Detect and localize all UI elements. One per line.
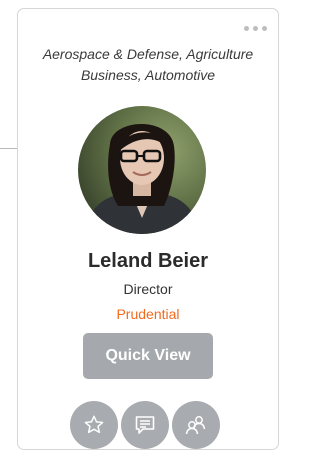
industries-line-1: Aerospace & Defense, Agriculture: [42, 46, 254, 62]
industries-text: Aerospace & Defense, Agriculture Busines…: [24, 44, 272, 86]
avatar: [78, 106, 206, 234]
connector-line: [0, 148, 18, 149]
star-icon: [84, 415, 104, 434]
message-button[interactable]: [121, 401, 169, 449]
favorite-button[interactable]: [70, 401, 118, 449]
action-buttons: [70, 401, 220, 449]
industries-line-2: Business, Automotive: [80, 67, 216, 83]
message-icon: [135, 416, 155, 434]
contact-card: Aerospace & Defense, Agriculture Busines…: [17, 8, 279, 450]
more-options-menu[interactable]: [244, 26, 267, 31]
quick-view-button[interactable]: Quick View: [83, 333, 213, 379]
more-dots-icon: [244, 26, 249, 31]
connections-icon: [185, 416, 206, 435]
connections-button[interactable]: [172, 401, 220, 449]
avatar-photo: [78, 106, 206, 234]
contact-title: Director: [123, 281, 173, 297]
contact-name: Leland Beier: [87, 250, 209, 272]
company-link[interactable]: Prudential: [18, 306, 278, 322]
